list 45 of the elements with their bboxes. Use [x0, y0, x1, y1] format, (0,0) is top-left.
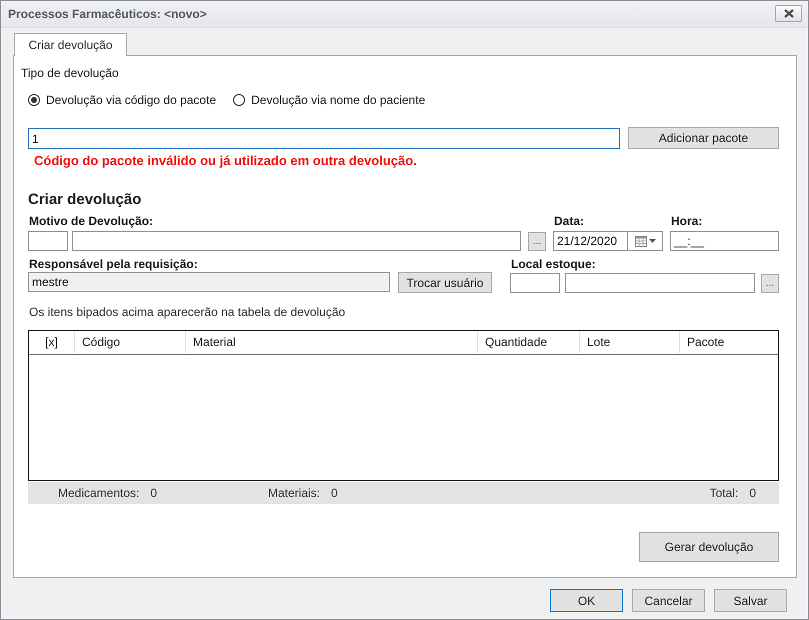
radio-option[interactable]: Devolução via código do pacote	[28, 93, 216, 107]
caret-icon	[648, 239, 656, 243]
column-header: [x]	[29, 331, 75, 353]
tab[interactable]: Criar devolução	[14, 33, 127, 56]
reason-code-field[interactable]	[28, 231, 68, 251]
column-header: Material	[186, 331, 478, 353]
stock-location-field[interactable]	[565, 273, 755, 293]
dialog-button[interactable]: Salvar	[714, 589, 787, 612]
return-type-label: Tipo de devolução	[21, 66, 120, 81]
dialog-button[interactable]: Cancelar	[632, 589, 705, 612]
summary-value: 0	[749, 486, 756, 500]
field-label: Motivo de Devolução:	[29, 214, 154, 229]
radio-option[interactable]: Devolução via nome do paciente	[233, 93, 426, 107]
browse-button[interactable]: ...	[528, 232, 546, 251]
date-field[interactable]: 21/12/2020	[553, 231, 663, 251]
dialog-button[interactable]: OK	[550, 589, 623, 612]
package-code-field[interactable]: 1	[28, 128, 620, 149]
stock-code-field[interactable]	[510, 273, 560, 293]
field-label: Hora:	[671, 214, 704, 229]
summary-label: Materiais:	[268, 486, 320, 500]
section-title: Criar devolução	[28, 191, 142, 209]
summary-value: 0	[150, 486, 158, 500]
generate-return-button[interactable]: Gerar devolução	[639, 532, 779, 562]
field-label: Data:	[554, 214, 586, 229]
time-field[interactable]: __:__	[670, 231, 779, 251]
hint-text: Os itens bipados acima aparecerão na tabela de devolução	[29, 305, 346, 320]
close-button[interactable]	[775, 5, 802, 22]
field-label: Local estoque:	[511, 257, 597, 272]
reason-field[interactable]	[72, 231, 521, 251]
column-header: Quantidade	[478, 331, 580, 353]
summary-label: Total:	[710, 486, 738, 500]
summary-label: Medicamentos:	[58, 486, 140, 500]
summary-value: 0	[331, 486, 338, 500]
change-user-button[interactable]: Trocar usuário	[398, 272, 492, 293]
column-header: Código	[75, 331, 186, 353]
column-header: Pacote	[686, 334, 726, 351]
close-icon	[784, 9, 794, 18]
field-label: Responsável pela requisição:	[29, 257, 199, 272]
calendar-icon	[634, 236, 646, 246]
add-package-button[interactable]: Adicionar pacote	[628, 127, 779, 149]
requester-field[interactable]: mestre	[28, 272, 390, 292]
browse-button[interactable]: ...	[761, 274, 779, 293]
window-title: Processos Farmacêuticos: <novo>	[8, 7, 207, 21]
error-message: Código do pacote inválido ou já utilizado em outra devolução.	[34, 153, 418, 168]
column-header: Lote	[580, 331, 680, 353]
